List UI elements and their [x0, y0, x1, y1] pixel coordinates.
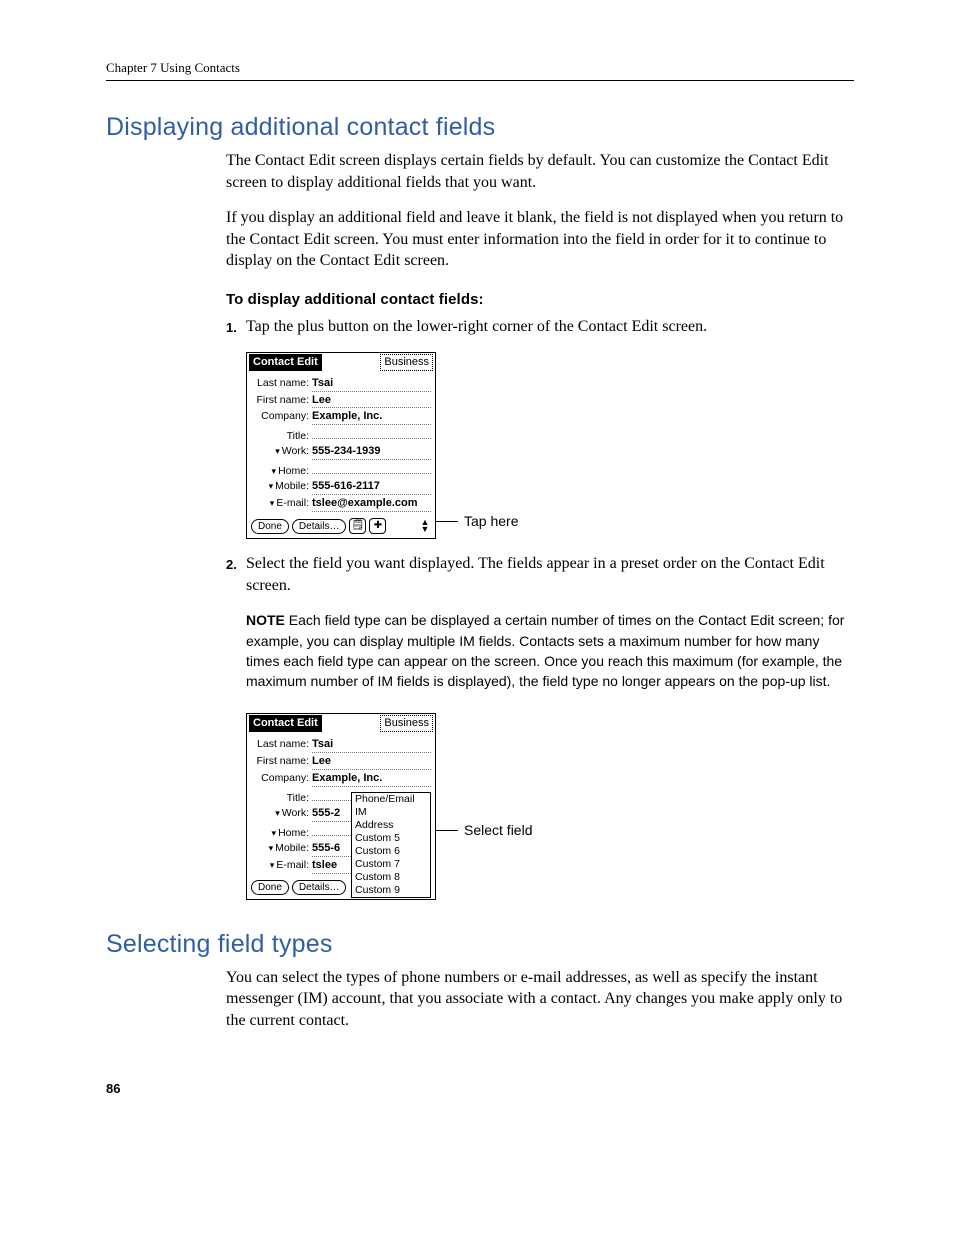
header-rule: [106, 80, 854, 81]
section1-para1: The Contact Edit screen displays certain…: [226, 150, 854, 193]
company-label: Company:: [251, 771, 312, 785]
mobile-label[interactable]: Mobile:: [251, 841, 312, 855]
last-name-label: Last name:: [251, 376, 312, 390]
step-number-2: 2.: [226, 553, 246, 596]
note-text: Each field type can be displayed a certa…: [246, 612, 844, 689]
screen-title: Contact Edit: [249, 715, 322, 732]
callout-tap-here: Tap here: [464, 512, 518, 531]
popup-item[interactable]: IM: [352, 806, 430, 819]
title-field[interactable]: [312, 426, 431, 439]
email-label[interactable]: E-mail:: [251, 496, 312, 510]
category-selector[interactable]: Business: [380, 715, 433, 732]
details-button[interactable]: Details…: [292, 880, 347, 895]
done-button[interactable]: Done: [251, 880, 289, 895]
title-label: Title:: [251, 791, 312, 805]
home-label[interactable]: Home:: [251, 826, 312, 840]
page-number: 86: [106, 1081, 854, 1096]
popup-item[interactable]: Custom 9: [352, 884, 430, 897]
last-name-label: Last name:: [251, 737, 312, 751]
section1-para2: If you display an additional field and l…: [226, 207, 854, 272]
company-field[interactable]: Example, Inc.: [312, 409, 431, 425]
last-name-field[interactable]: Tsai: [312, 737, 431, 753]
section-heading-1: Displaying additional contact fields: [106, 113, 854, 142]
callout-line: [436, 830, 458, 831]
screen-title: Contact Edit: [249, 354, 322, 371]
mobile-field[interactable]: 555-616-2117: [312, 479, 431, 495]
plus-icon[interactable]: ✚: [369, 518, 386, 534]
last-name-field[interactable]: Tsai: [312, 376, 431, 392]
procedure-subhead: To display additional contact fields:: [226, 290, 854, 310]
running-head: Chapter 7 Using Contacts: [106, 60, 854, 76]
done-button[interactable]: Done: [251, 519, 289, 534]
company-field[interactable]: Example, Inc.: [312, 771, 431, 787]
step-text-2: Select the field you want displayed. The…: [246, 553, 854, 596]
work-label[interactable]: Work:: [251, 806, 312, 820]
popup-item[interactable]: Custom 5: [352, 832, 430, 845]
popup-item[interactable]: Custom 6: [352, 845, 430, 858]
note-label: NOTE: [246, 612, 285, 628]
category-selector[interactable]: Business: [380, 354, 433, 371]
email-field[interactable]: tslee@example.com: [312, 496, 431, 512]
field-type-popup[interactable]: Phone/Email IM Address Custom 5 Custom 6…: [351, 792, 431, 898]
home-field[interactable]: [312, 461, 431, 474]
popup-item[interactable]: Custom 7: [352, 858, 430, 871]
first-name-label: First name:: [251, 754, 312, 768]
first-name-field[interactable]: Lee: [312, 754, 431, 770]
popup-item[interactable]: Phone/Email: [352, 793, 430, 806]
details-button[interactable]: Details…: [292, 519, 347, 534]
first-name-label: First name:: [251, 393, 312, 407]
step-number-1: 1.: [226, 316, 246, 338]
title-label: Title:: [251, 429, 312, 443]
section2-para1: You can select the types of phone number…: [226, 967, 854, 1032]
home-label[interactable]: Home:: [251, 464, 312, 478]
note-block: NOTE Each field type can be displayed a …: [246, 610, 854, 691]
email-label[interactable]: E-mail:: [251, 858, 312, 872]
popup-item[interactable]: Custom 8: [352, 871, 430, 884]
work-label[interactable]: Work:: [251, 444, 312, 458]
callout-select-field: Select field: [464, 821, 532, 840]
contact-edit-screenshot-2: Contact Edit Business Last name:Tsai Fir…: [246, 713, 436, 899]
first-name-field[interactable]: Lee: [312, 393, 431, 409]
step-text-1: Tap the plus button on the lower-right c…: [246, 316, 854, 338]
popup-item[interactable]: Address: [352, 819, 430, 832]
mobile-label[interactable]: Mobile:: [251, 479, 312, 493]
section-heading-2: Selecting field types: [106, 930, 854, 959]
company-label: Company:: [251, 409, 312, 423]
note-icon[interactable]: 🗒: [349, 518, 366, 534]
work-field[interactable]: 555-234-1939: [312, 444, 431, 460]
scroll-arrows-icon[interactable]: ▲▼: [419, 519, 431, 533]
callout-line: [436, 521, 458, 522]
contact-edit-screenshot-1: Contact Edit Business Last name:Tsai Fir…: [246, 352, 436, 539]
